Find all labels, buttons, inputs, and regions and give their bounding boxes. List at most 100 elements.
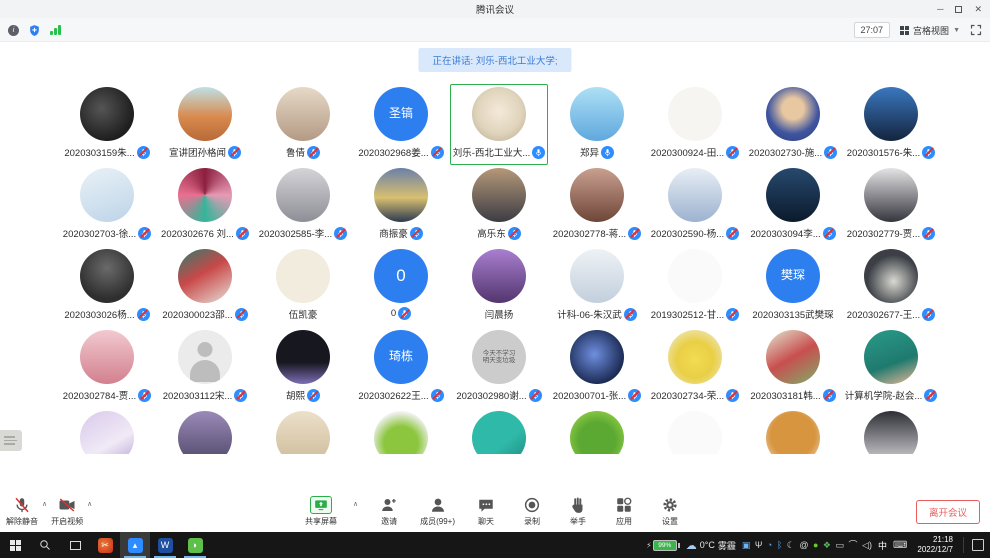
video-options-chevron[interactable]: ∧: [87, 500, 92, 508]
participant-tile[interactable]: 2020303112宋...: [156, 327, 254, 408]
bluetooth-tray-icon[interactable]: ᛒ: [777, 541, 782, 550]
taskbar-word-app[interactable]: W: [150, 532, 180, 558]
participant-tile[interactable]: 2020302734-荣...: [646, 327, 744, 408]
participant-tile[interactable]: [842, 408, 940, 454]
participant-tile[interactable]: 刘乐-西北工业大...: [450, 84, 548, 165]
wechat-tray-icon[interactable]: ●: [813, 541, 818, 550]
volume-tray-icon[interactable]: ◁): [862, 541, 872, 550]
participant-tile[interactable]: 闫晨扬: [450, 246, 548, 327]
audio-options-chevron[interactable]: ∧: [42, 500, 47, 508]
participant-tile[interactable]: 商振豪: [352, 165, 450, 246]
participant-tile[interactable]: 2020300924-田...: [646, 84, 744, 165]
participant-tile[interactable]: 2020302784-贾...: [58, 327, 156, 408]
task-view-icon: [70, 541, 81, 550]
weather-widget[interactable]: ☁ 0°C 雾霾: [686, 539, 736, 552]
participant-tile[interactable]: 高乐东: [450, 165, 548, 246]
participant-tile[interactable]: 今天不学习明天变垃圾 2020302980谢...: [450, 327, 548, 408]
touch-keyboard-icon[interactable]: ⌨: [893, 540, 907, 551]
maximize-button[interactable]: [955, 6, 962, 13]
participant-tile[interactable]: [450, 408, 548, 454]
participant-tile[interactable]: 2020302778-蒋...: [548, 165, 646, 246]
participant-tile[interactable]: 胡熙: [254, 327, 352, 408]
participant-tile[interactable]: 2020303181韩...: [744, 327, 842, 408]
taskbar-search-button[interactable]: [30, 532, 60, 558]
taskbar-snipping-app[interactable]: ✂: [90, 532, 120, 558]
battery-tray-icon[interactable]: ▭: [836, 541, 845, 550]
participant-tile[interactable]: 鲁倩: [254, 84, 352, 165]
task-view-button[interactable]: [60, 532, 90, 558]
participant-tile[interactable]: [156, 408, 254, 454]
participant-tile[interactable]: 2020300023邵...: [156, 246, 254, 327]
mail-tray-icon[interactable]: @: [799, 541, 808, 550]
participant-tile[interactable]: 伍凯豪: [254, 246, 352, 327]
participant-name: 郑异: [580, 145, 599, 159]
participant-avatar: [570, 168, 624, 222]
participant-tile[interactable]: 琦栋 2020302622王...: [352, 327, 450, 408]
raise-hand-button[interactable]: 举手: [563, 495, 593, 527]
mic-status-icon: [431, 146, 444, 159]
participant-tile[interactable]: 2019302512-甘...: [646, 246, 744, 327]
participant-tile[interactable]: 2020300701-张...: [548, 327, 646, 408]
meeting-tray-icon[interactable]: ▣: [742, 541, 751, 550]
participant-tile[interactable]: [744, 408, 842, 454]
taskbar-clock[interactable]: 21:18 2022/12/7: [913, 535, 957, 555]
participant-tile[interactable]: 2020302703-徐...: [58, 165, 156, 246]
participant-tile[interactable]: 计算机学院-赵会...: [842, 327, 940, 408]
view-mode-selector[interactable]: 宫格视图 ▼: [900, 24, 960, 37]
security-tray-icon[interactable]: ❖: [823, 541, 831, 550]
participant-tile[interactable]: 计科-06-朱汉武: [548, 246, 646, 327]
participant-tile[interactable]: 2020302676 刘...: [156, 165, 254, 246]
action-center-button[interactable]: [972, 539, 984, 551]
participant-tile[interactable]: 樊琛 2020303135武樊琛: [744, 246, 842, 327]
meeting-info-icon[interactable]: i: [8, 25, 19, 36]
participant-tile[interactable]: [254, 408, 352, 454]
participant-tile[interactable]: 2020303094李...: [744, 165, 842, 246]
settings-button[interactable]: 设置: [655, 495, 685, 527]
participant-tile[interactable]: 2020301576-朱...: [842, 84, 940, 165]
taskbar-tencent-meeting-app[interactable]: ▴: [120, 532, 150, 558]
participant-tile[interactable]: 2020302730-施...: [744, 84, 842, 165]
participant-avatar: [766, 411, 820, 454]
mic-tray-icon[interactable]: Ψ: [755, 541, 763, 550]
share-options-chevron[interactable]: ∧: [353, 500, 358, 508]
start-button[interactable]: [0, 532, 30, 558]
participant-tile[interactable]: 2020302779-贾...: [842, 165, 940, 246]
participant-tile[interactable]: 2020303159朱...: [58, 84, 156, 165]
invite-button[interactable]: 邀请: [374, 495, 404, 527]
participant-tile[interactable]: 2020302585-李...: [254, 165, 352, 246]
unmute-button[interactable]: 解除静音: [6, 495, 38, 527]
leave-meeting-button[interactable]: 离开会议: [916, 500, 980, 524]
chat-button[interactable]: 聊天: [471, 495, 501, 527]
wechat-app-icon: ◗: [188, 538, 203, 553]
participant-tile[interactable]: 0 0: [352, 246, 450, 327]
ime-indicator[interactable]: 中: [878, 539, 887, 552]
minimize-button[interactable]: ─: [937, 5, 943, 14]
participant-tile[interactable]: [548, 408, 646, 454]
fullscreen-icon[interactable]: [970, 24, 982, 36]
participant-tile[interactable]: 2020302590-杨...: [646, 165, 744, 246]
close-button[interactable]: ✕: [974, 5, 982, 14]
participant-tile[interactable]: [646, 408, 744, 454]
start-video-button[interactable]: 开启视频: [51, 495, 83, 527]
network-tray-icon[interactable]: ⌒: [849, 541, 858, 550]
participant-tile[interactable]: 2020302677-王...: [842, 246, 940, 327]
participant-tile[interactable]: 圣镐 2020302968姜...: [352, 84, 450, 165]
chevron-down-icon: ▼: [953, 27, 960, 34]
share-screen-button[interactable]: 共享屏幕: [305, 495, 337, 527]
sidebar-collapse-handle[interactable]: [0, 430, 22, 451]
participant-tile[interactable]: 郑异: [548, 84, 646, 165]
members-button[interactable]: 成员(99+): [420, 495, 455, 527]
apps-button[interactable]: 应用: [609, 495, 639, 527]
participant-tile[interactable]: 宣讲团孙格闻: [156, 84, 254, 165]
security-shield-icon[interactable]: [28, 24, 41, 37]
invite-icon: [380, 495, 398, 515]
clock-tray-icon[interactable]: ◔: [767, 541, 772, 550]
participant-tile[interactable]: 2020303026杨...: [58, 246, 156, 327]
participant-tile[interactable]: [352, 408, 450, 454]
battery-indicator[interactable]: ⚡ 99%: [646, 540, 680, 551]
participant-tile[interactable]: [58, 408, 156, 454]
taskbar-wechat-app[interactable]: ◗: [180, 532, 210, 558]
nightlight-tray-icon[interactable]: ☾: [787, 541, 795, 550]
network-quality-icon[interactable]: [50, 25, 61, 35]
record-button[interactable]: 录制: [517, 495, 547, 527]
